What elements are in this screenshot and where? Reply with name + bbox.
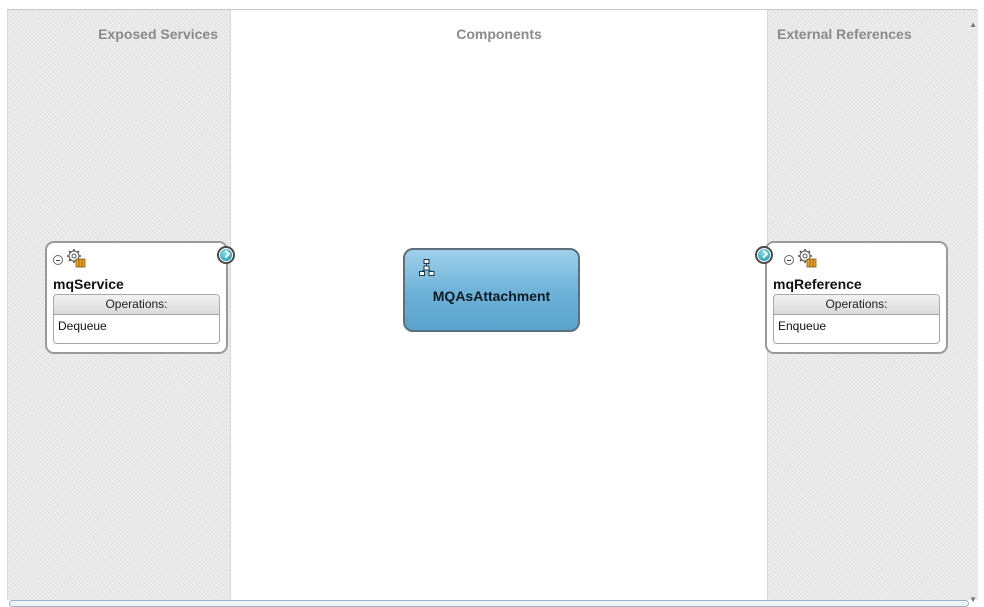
service-name: mqService bbox=[53, 276, 124, 292]
scroll-down-arrow[interactable]: ▼ bbox=[969, 595, 977, 604]
mediator-component[interactable]: MQAsAttachment bbox=[403, 248, 580, 332]
operation-item[interactable]: Enqueue bbox=[774, 315, 939, 337]
operation-item[interactable]: Dequeue bbox=[54, 315, 219, 337]
operations-header: Operations: bbox=[54, 295, 219, 315]
operations-header: Operations: bbox=[774, 295, 939, 315]
scroll-up-arrow[interactable]: ▲ bbox=[969, 20, 977, 29]
component-name: MQAsAttachment bbox=[432, 288, 551, 304]
service-operations: Operations: Dequeue bbox=[53, 294, 220, 344]
components-title: Components bbox=[456, 26, 542, 42]
reference-name: mqReference bbox=[773, 276, 862, 292]
service-wire-connector-icon[interactable] bbox=[217, 246, 235, 264]
horizontal-scrollbar[interactable] bbox=[9, 600, 969, 607]
reference-operations: Operations: Enqueue bbox=[773, 294, 940, 344]
reference-wire-connector-icon[interactable] bbox=[755, 246, 773, 264]
external-references-title: External References bbox=[777, 26, 912, 42]
adapter-gear-icon bbox=[797, 248, 817, 273]
collapse-icon[interactable] bbox=[784, 255, 794, 265]
mq-service-node[interactable]: mqService Operations: Dequeue bbox=[45, 241, 228, 354]
exposed-services-title: Exposed Services bbox=[98, 26, 218, 42]
mediator-icon bbox=[419, 259, 435, 282]
adapter-gear-icon bbox=[66, 248, 86, 273]
collapse-icon[interactable] bbox=[53, 255, 63, 265]
mq-reference-node[interactable]: mqReference Operations: Enqueue bbox=[765, 241, 948, 354]
